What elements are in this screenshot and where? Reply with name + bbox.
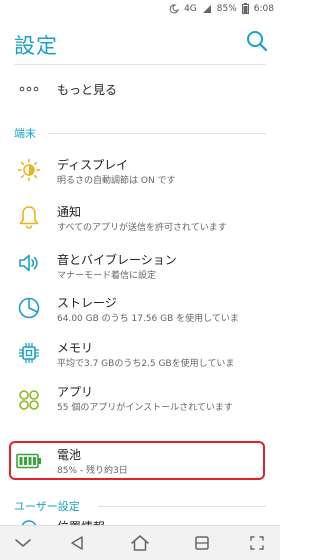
battery-percent: 85% bbox=[216, 3, 237, 14]
section-header-device: 端末 bbox=[14, 127, 36, 140]
battery-icon bbox=[16, 448, 42, 474]
recents-icon bbox=[195, 536, 209, 550]
settings-item-title: アプリ bbox=[57, 385, 94, 399]
settings-item-notifications[interactable]: 通知 すべてのアプリが送信を許可されています bbox=[0, 197, 280, 237]
settings-item-memory[interactable]: メモリ 平均で3.7 GBのうち2.5 GBを使用していま bbox=[0, 333, 280, 373]
more-label: もっと見る bbox=[57, 83, 118, 97]
more-row[interactable]: もっと見る bbox=[0, 72, 280, 106]
signal-icon bbox=[202, 4, 211, 13]
search-button[interactable] bbox=[244, 28, 270, 54]
home-icon bbox=[131, 535, 149, 551]
settings-item-battery[interactable]: 電池 85% - 残り約3日 bbox=[0, 442, 280, 480]
memory-icon bbox=[16, 340, 42, 366]
section-header-user: ユーザー設定 bbox=[14, 500, 80, 513]
screenshot-icon bbox=[250, 536, 264, 550]
back-icon bbox=[71, 536, 83, 550]
page-title: 設定 bbox=[14, 34, 58, 58]
header-divider bbox=[14, 64, 266, 65]
bell-icon bbox=[16, 204, 42, 230]
settings-item-subtitle: 明るさの自動調節は ON です bbox=[57, 176, 176, 186]
settings-item-title: ストレージ bbox=[57, 296, 117, 310]
section-divider bbox=[98, 506, 266, 507]
nav-screenshot-button[interactable] bbox=[244, 531, 270, 555]
settings-item-storage[interactable]: ストレージ 64.00 GB のうち 17.56 GB を使用していま bbox=[0, 288, 280, 328]
settings-item-title: 音とバイブレーション bbox=[57, 253, 177, 267]
section-divider bbox=[48, 133, 266, 134]
settings-item-subtitle: 平均で3.7 GBのうち2.5 GBを使用していま bbox=[57, 359, 235, 369]
settings-item-title: 電池 bbox=[57, 448, 82, 462]
nav-home-button[interactable] bbox=[127, 531, 153, 555]
apps-icon bbox=[16, 387, 42, 413]
search-icon bbox=[247, 31, 268, 52]
storage-icon bbox=[16, 295, 42, 321]
settings-item-display[interactable]: ディスプレイ 明るさの自動調節は ON です bbox=[0, 150, 280, 190]
settings-item-title: ディスプレイ bbox=[57, 158, 129, 172]
settings-item-subtitle: すべてのアプリが送信を許可されています bbox=[57, 223, 227, 233]
network-type-label: 4G bbox=[184, 3, 197, 14]
navigation-bar bbox=[0, 525, 280, 560]
settings-item-subtitle: 55 個のアプリがインストールされています bbox=[57, 403, 233, 413]
status-battery-icon bbox=[241, 3, 249, 14]
settings-item-apps[interactable]: アプリ 55 個のアプリがインストールされています bbox=[0, 380, 280, 420]
clock: 6:08 bbox=[253, 3, 274, 14]
settings-item-title: メモリ bbox=[57, 341, 94, 355]
more-icon bbox=[16, 76, 42, 102]
settings-item-sound[interactable]: 音とバイブレーション マナーモード着信に設定 bbox=[0, 243, 280, 283]
nav-collapse-button[interactable] bbox=[10, 531, 36, 555]
nav-recents-button[interactable] bbox=[189, 531, 215, 555]
settings-item-subtitle: マナーモード着信に設定 bbox=[57, 271, 157, 281]
settings-item-subtitle: 64.00 GB のうち 17.56 GB を使用していま bbox=[57, 314, 239, 324]
speaker-icon bbox=[16, 250, 42, 276]
nav-back-button[interactable] bbox=[64, 531, 90, 555]
status-bar: 4G 85% 6:08 bbox=[0, 0, 280, 20]
settings-item-title: 通知 bbox=[57, 205, 82, 219]
status-icons: 4G 85% 6:08 bbox=[169, 3, 274, 14]
chevron-down-icon bbox=[15, 539, 31, 547]
settings-item-subtitle: 85% - 残り約3日 bbox=[57, 466, 128, 476]
do-not-disturb-icon bbox=[169, 3, 180, 13]
brightness-icon bbox=[16, 157, 42, 183]
